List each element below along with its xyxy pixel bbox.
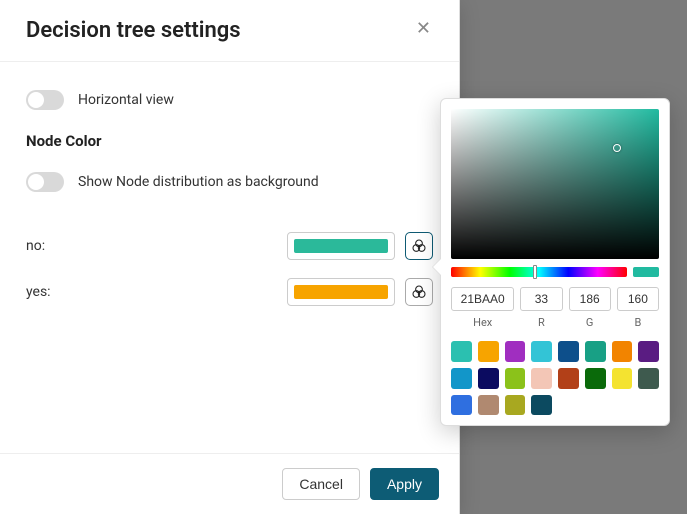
modal-footer: Cancel Apply <box>0 453 459 514</box>
distribution-label: Show Node distribution as background <box>78 174 319 190</box>
distribution-row: Show Node distribution as background <box>26 172 433 192</box>
modal-header: Decision tree settings ✕ <box>0 0 459 62</box>
swatch-grid <box>451 341 659 415</box>
color-bar-yes <box>294 285 388 299</box>
swatch-1[interactable] <box>478 341 499 362</box>
swatch-16[interactable] <box>451 395 472 416</box>
swatch-6[interactable] <box>612 341 633 362</box>
swatch-2[interactable] <box>505 341 526 362</box>
modal-title: Decision tree settings <box>26 18 241 43</box>
hue-row <box>451 267 659 277</box>
modal-body: Horizontal view Node Color Show Node dis… <box>0 62 459 453</box>
close-button[interactable]: ✕ <box>414 18 433 40</box>
swatch-12[interactable] <box>558 368 579 389</box>
hex-group: Hex <box>451 287 514 329</box>
b-group: B <box>617 287 659 329</box>
color-label-no: no: <box>26 238 287 254</box>
horizontal-view-row: Horizontal view <box>26 90 433 110</box>
swatch-17[interactable] <box>478 395 499 416</box>
b-input[interactable] <box>617 287 659 311</box>
node-color-heading: Node Color <box>26 132 433 150</box>
swatch-14[interactable] <box>612 368 633 389</box>
picker-button-no[interactable] <box>405 232 433 260</box>
saturation-value-area[interactable] <box>451 109 659 259</box>
settings-modal: Decision tree settings ✕ Horizontal view… <box>0 0 460 514</box>
color-picker-popover: Hex R G B <box>440 98 670 426</box>
color-bar-no <box>294 239 388 253</box>
color-preview-no[interactable] <box>287 232 395 260</box>
color-preview-yes[interactable] <box>287 278 395 306</box>
swatch-13[interactable] <box>585 368 606 389</box>
r-input[interactable] <box>520 287 562 311</box>
hex-label: Hex <box>473 316 492 329</box>
sv-marker[interactable] <box>613 144 621 152</box>
swatch-7[interactable] <box>638 341 659 362</box>
color-picker-icon <box>411 284 427 300</box>
r-label: R <box>538 316 545 329</box>
horizontal-view-label: Horizontal view <box>78 92 174 108</box>
swatch-18[interactable] <box>505 395 526 416</box>
apply-button[interactable]: Apply <box>370 468 439 500</box>
color-picker-icon <box>411 238 427 254</box>
swatch-11[interactable] <box>531 368 552 389</box>
hue-slider[interactable] <box>451 267 627 277</box>
swatch-10[interactable] <box>505 368 526 389</box>
swatch-19[interactable] <box>531 395 552 416</box>
swatch-9[interactable] <box>478 368 499 389</box>
r-group: R <box>520 287 562 329</box>
current-color-swatch <box>633 267 659 277</box>
swatch-5[interactable] <box>585 341 606 362</box>
inputs-row: Hex R G B <box>451 287 659 329</box>
swatch-15[interactable] <box>638 368 659 389</box>
horizontal-view-toggle[interactable] <box>26 90 64 110</box>
color-label-yes: yes: <box>26 284 287 300</box>
swatch-4[interactable] <box>558 341 579 362</box>
g-group: G <box>569 287 611 329</box>
cancel-button[interactable]: Cancel <box>282 468 360 500</box>
b-label: B <box>634 316 641 329</box>
hex-input[interactable] <box>451 287 514 311</box>
distribution-toggle[interactable] <box>26 172 64 192</box>
hue-marker[interactable] <box>533 265 537 279</box>
swatch-8[interactable] <box>451 368 472 389</box>
swatch-0[interactable] <box>451 341 472 362</box>
g-label: G <box>586 316 594 329</box>
color-row-yes: yes: <box>26 278 433 306</box>
swatch-3[interactable] <box>531 341 552 362</box>
color-row-no: no: <box>26 232 433 260</box>
g-input[interactable] <box>569 287 611 311</box>
picker-button-yes[interactable] <box>405 278 433 306</box>
